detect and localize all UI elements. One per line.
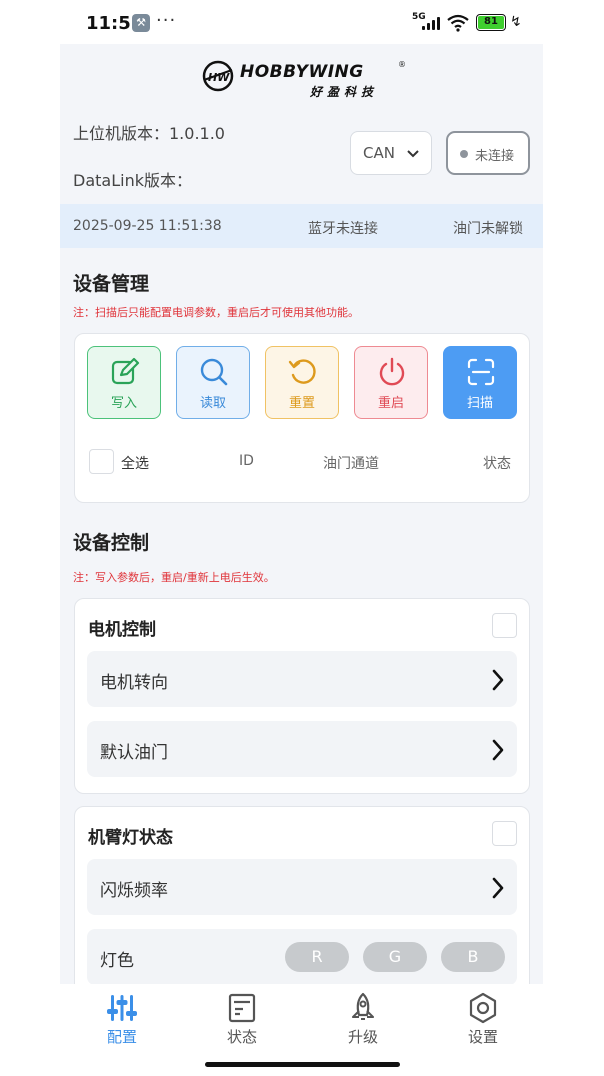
power-icon: [379, 357, 405, 386]
reset-button-label: 重置: [288, 396, 315, 411]
blink-rate-row[interactable]: 闪烁频率: [87, 859, 517, 915]
reset-button[interactable]: 重置: [265, 346, 339, 419]
brand-subtitle: 好盈科技: [310, 85, 379, 99]
scan-button[interactable]: 扫描: [443, 346, 517, 419]
search-icon: [200, 358, 228, 386]
chevron-right-icon: [492, 877, 504, 899]
charging-icon: ↯: [510, 14, 522, 30]
connect-button[interactable]: 未连接: [446, 131, 530, 175]
scan-icon: [467, 358, 495, 386]
reboot-button-label: 重启: [377, 396, 404, 411]
device-management-title: 设备管理: [73, 273, 150, 295]
tab-settings-label: 设置: [467, 1028, 498, 1046]
select-all-checkbox[interactable]: [89, 449, 114, 474]
bluetooth-status: 蓝牙未连接: [308, 221, 378, 237]
col-status: 状态: [483, 456, 511, 472]
reboot-button[interactable]: 重启: [354, 346, 428, 419]
brand-mark-text: HW: [208, 71, 230, 84]
hobbywing-logo: HW HOBBYWING ® 好盈科技: [200, 56, 410, 100]
select-all-label: 全选: [121, 456, 149, 472]
light-color-label: 灯色: [100, 951, 134, 971]
datalink-version: DataLink版本：: [73, 171, 192, 190]
undo-icon: [288, 359, 316, 384]
brand-name: HOBBYWING: [240, 62, 364, 82]
app-content: HW HOBBYWING ® 好盈科技 上位机版本：1.0.1.0 DataLi…: [60, 44, 543, 984]
scan-button-label: 扫描: [466, 396, 493, 411]
arm-light-card: 机臂灯状态 闪烁频率 灯色 R G B: [74, 806, 530, 984]
tab-upgrade-label: 升级: [347, 1028, 378, 1046]
col-id: ID: [239, 453, 254, 469]
device-control-note: 注：写入参数后，重启/重新上电后生效。: [73, 571, 275, 584]
col-throttle-channel: 油门通道: [323, 456, 379, 472]
host-version: 上位机版本：1.0.1.0: [73, 124, 225, 143]
motor-control-checkbox[interactable]: [492, 613, 517, 638]
wrench-icon: ⚒: [132, 14, 150, 32]
throttle-status: 油门未解锁: [453, 221, 523, 237]
datetime: 2025-09-25 11:51:38: [73, 218, 222, 234]
device-control-title: 设备控制: [73, 532, 150, 554]
motor-control-card: 电机控制 电机转向 默认油门: [74, 598, 530, 794]
document-icon: [228, 993, 256, 1023]
write-button[interactable]: 写入: [87, 346, 161, 419]
device-table-header: 全选 ID 油门通道 状态: [75, 446, 529, 476]
tab-status[interactable]: 状态: [207, 992, 277, 1047]
motor-direction-label: 电机转向: [100, 673, 168, 693]
arm-light-checkbox[interactable]: [492, 821, 517, 846]
blink-rate-label: 闪烁频率: [100, 881, 168, 901]
protocol-select[interactable]: CAN: [350, 131, 432, 175]
chevron-right-icon: [492, 739, 504, 761]
connection-dot-icon: [460, 150, 468, 158]
gear-icon: [469, 992, 497, 1024]
color-b-button[interactable]: B: [441, 942, 505, 972]
edit-icon: [111, 357, 140, 385]
registered-mark: ®: [398, 60, 406, 69]
tab-config[interactable]: 配置: [87, 992, 157, 1047]
wifi-icon: [446, 14, 470, 36]
device-management-card: 写入 读取 重置 重启 扫描 全选 ID 油门通道 状态: [74, 333, 530, 503]
arm-light-title: 机臂灯状态: [88, 828, 173, 848]
chevron-right-icon: [492, 669, 504, 691]
chevron-down-icon: [407, 150, 419, 158]
read-button[interactable]: 读取: [176, 346, 250, 419]
tab-settings[interactable]: 设置: [448, 992, 518, 1047]
light-color-row: 灯色 R G B: [87, 929, 517, 984]
brand-mark-icon: HW: [202, 60, 234, 92]
color-r-button[interactable]: R: [285, 942, 349, 972]
battery-level: 81: [478, 16, 504, 29]
tab-upgrade[interactable]: 升级: [328, 992, 398, 1047]
more-notifications-icon: ···: [156, 10, 177, 31]
default-throttle-label: 默认油门: [100, 743, 168, 763]
battery-icon: 81: [476, 14, 506, 31]
device-management-note: 注：扫描后只能配置电调参数，重启后才可使用其他功能。: [73, 306, 359, 319]
protocol-select-value: CAN: [363, 144, 395, 162]
default-throttle-row[interactable]: 默认油门: [87, 721, 517, 777]
sliders-icon: [107, 995, 137, 1021]
tab-status-label: 状态: [226, 1028, 257, 1046]
system-status-bar: 11:51 ⚒ ··· 5G 81 ↯: [0, 0, 604, 44]
motor-control-title: 电机控制: [88, 620, 156, 640]
status-info-bar: 2025-09-25 11:51:38 蓝牙未连接 油门未解锁: [60, 204, 543, 248]
motor-direction-row[interactable]: 电机转向: [87, 651, 517, 707]
home-indicator[interactable]: [205, 1062, 400, 1067]
tab-config-label: 配置: [106, 1028, 137, 1046]
rocket-icon: [352, 992, 374, 1020]
color-g-button[interactable]: G: [363, 942, 427, 972]
write-button-label: 写入: [110, 396, 137, 411]
signal-icon: [422, 16, 442, 30]
connect-status-label: 未连接: [475, 149, 515, 164]
read-button-label: 读取: [199, 396, 226, 411]
